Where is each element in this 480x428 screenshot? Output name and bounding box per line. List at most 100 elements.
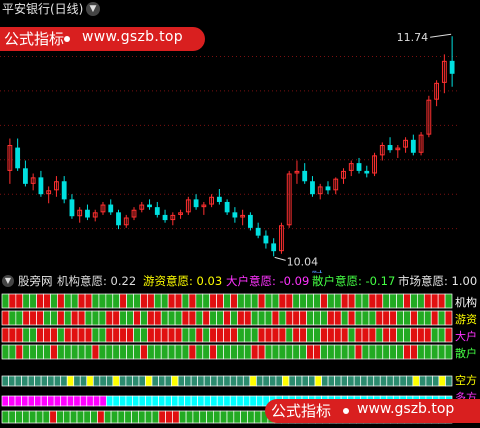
strip-cell <box>138 395 146 407</box>
strip-cell <box>73 375 81 387</box>
strip-cell <box>206 410 214 424</box>
indicator-cell <box>209 310 217 326</box>
chevron-down-icon[interactable]: ▼ <box>86 2 100 16</box>
strip-cell <box>288 375 296 387</box>
strip-cell <box>308 375 316 387</box>
strip-cell <box>253 410 262 424</box>
indicator-cell <box>243 310 252 326</box>
candlestick-chart[interactable]: 11.7410.04财 <box>0 18 480 273</box>
indicator-cell <box>188 327 197 343</box>
candle-body <box>271 243 277 252</box>
indicator-cell <box>174 327 183 343</box>
strip-cell <box>76 410 85 424</box>
indicator-cell <box>84 310 93 326</box>
indicator-cell <box>29 327 37 343</box>
indicator-cell <box>50 344 58 360</box>
indicator-cell <box>29 310 37 326</box>
indicator-cell <box>423 327 432 343</box>
indicator-cell <box>410 293 418 309</box>
indicator-cell <box>243 293 252 309</box>
strip-cell <box>158 410 166 424</box>
indicator-cell <box>77 310 86 326</box>
indicator-label: 游资意愿 <box>143 274 189 288</box>
indicator-cell <box>375 293 384 309</box>
indicator-cell <box>112 327 121 343</box>
strip-cell <box>334 375 342 387</box>
strip-cell <box>321 375 329 387</box>
candle-body <box>15 147 21 169</box>
strip-cell <box>295 375 303 387</box>
indicator-cell <box>389 327 397 343</box>
strip-cell <box>27 395 35 407</box>
strip-cell <box>131 410 139 424</box>
indicator-cell <box>147 310 155 326</box>
indicator-cell <box>160 310 169 326</box>
strip-cell <box>432 375 440 387</box>
indicator-cell <box>188 310 197 326</box>
indicator-cell <box>257 293 266 309</box>
strip-cell <box>178 410 187 424</box>
candle-body <box>116 212 121 226</box>
indicator-cell <box>63 327 72 343</box>
indicator-cell <box>22 293 31 309</box>
strip-cell <box>184 375 192 387</box>
indicator-cell <box>57 310 65 326</box>
indicator-cell <box>333 327 342 343</box>
candle-body <box>449 60 455 74</box>
strip-cell <box>275 375 283 387</box>
indicator-cell <box>1 310 10 326</box>
indicator-cell <box>389 344 397 360</box>
indicator-cell <box>216 293 224 309</box>
strip-cell <box>219 410 228 424</box>
strip-cell <box>132 395 140 407</box>
indicator-cell <box>15 293 24 309</box>
row-label: 大户 <box>455 329 477 343</box>
strip-cell <box>216 395 225 407</box>
strip-cell <box>203 395 212 407</box>
indicator-cell <box>444 293 453 309</box>
indicator-cell <box>167 293 176 309</box>
strip-cell <box>27 375 35 387</box>
indicator-cell <box>299 327 307 343</box>
strip-cell <box>185 410 194 424</box>
strip-cell <box>386 375 394 387</box>
strip-cell <box>35 410 44 424</box>
strip-cell <box>242 395 251 407</box>
strip-cell <box>119 375 127 387</box>
indicator-cell <box>389 293 397 309</box>
indicator-value: -0.17 <box>365 274 396 288</box>
strip-cell <box>69 410 78 424</box>
indicator-cell <box>57 293 65 309</box>
indicator-cell <box>444 310 453 326</box>
indicator-cell <box>77 344 86 360</box>
indicator-cell <box>292 344 301 360</box>
indicator-cell <box>160 293 169 309</box>
strip-cell <box>112 375 120 387</box>
strip-cell <box>223 395 231 407</box>
strip-cell <box>90 410 98 424</box>
indicator-cell <box>209 327 217 343</box>
candle-body <box>255 227 261 236</box>
indicator-cell <box>216 344 224 360</box>
indicator-cell <box>347 327 356 343</box>
candle-body <box>154 207 160 215</box>
strip-cell <box>125 395 133 407</box>
candle-body <box>325 186 331 191</box>
indicator-cell <box>410 344 418 360</box>
indicator-cell <box>230 344 238 360</box>
strip-cell <box>83 410 91 424</box>
indicator-cell <box>361 327 370 343</box>
indicator-cell <box>444 344 453 360</box>
indicator-cell <box>119 344 127 360</box>
strip-cell <box>327 375 335 387</box>
indicator-cell <box>347 293 356 309</box>
strip-cell <box>8 375 16 387</box>
indicator-cell <box>50 327 58 343</box>
strip-cell <box>47 375 55 387</box>
indicator-cell <box>167 327 176 343</box>
window-title-bar: 平安银行(日线) ▼ <box>0 0 480 18</box>
indicator-cell <box>126 293 134 309</box>
indicator-cell <box>43 310 51 326</box>
chevron-down-icon[interactable]: ▼ <box>2 275 14 287</box>
indicator-cell <box>160 327 169 343</box>
